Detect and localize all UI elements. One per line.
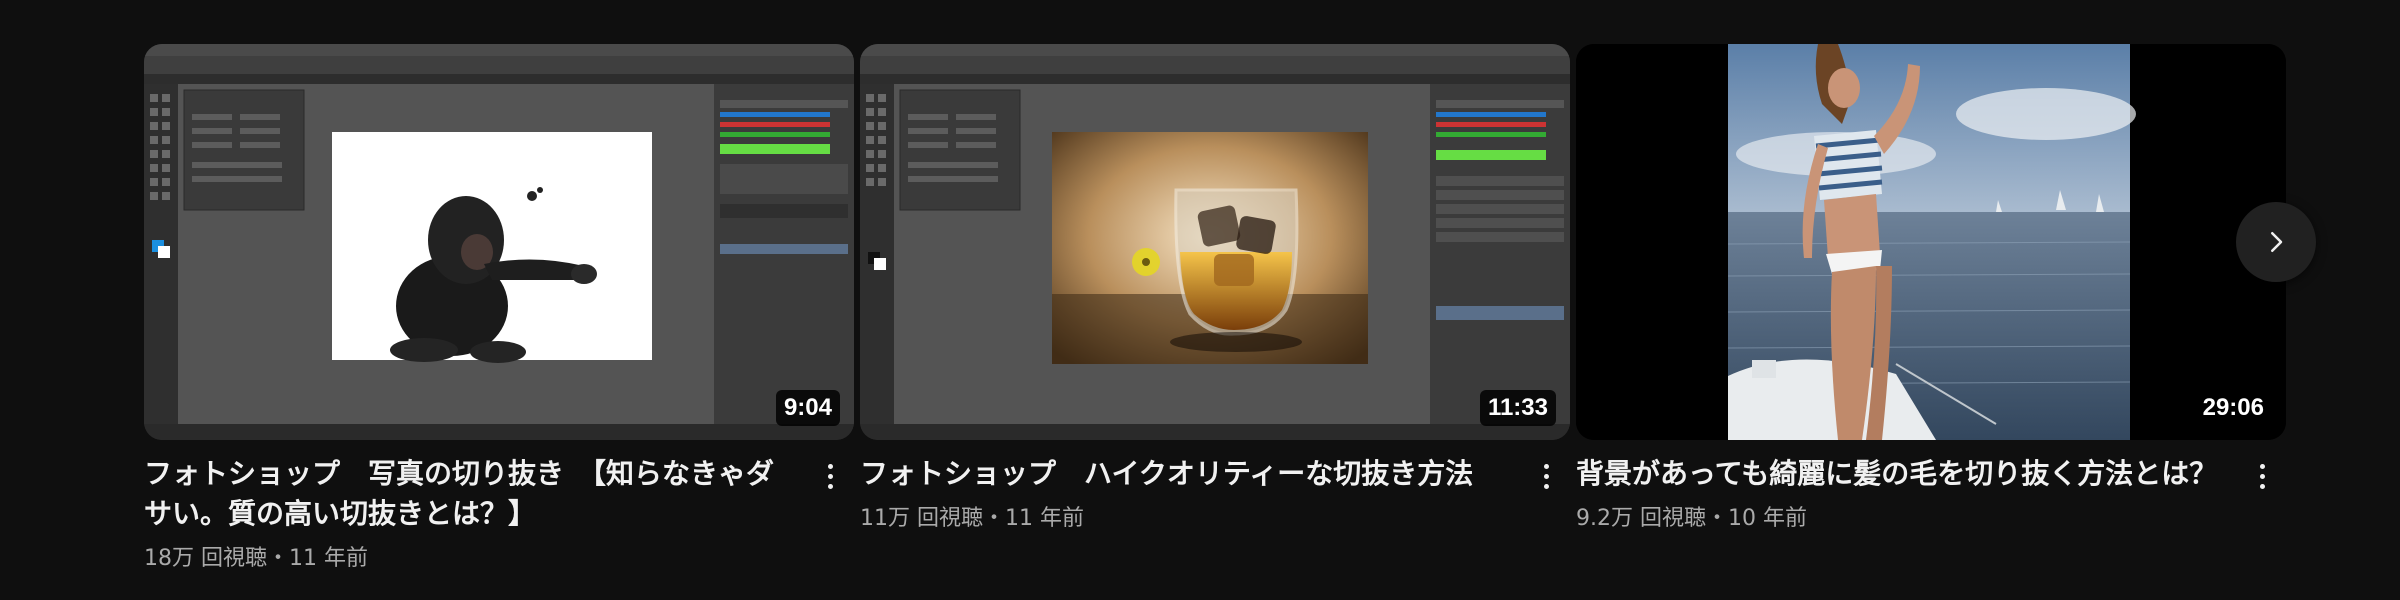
video-details: 背景があっても綺麗に髪の毛を切り抜く方法とは？ 9.2万 回視聴・10 年前 xyxy=(1576,454,2286,534)
vertical-ellipsis-icon xyxy=(827,463,833,469)
vertical-ellipsis-icon xyxy=(2259,463,2265,469)
chevron-right-icon xyxy=(2271,232,2283,252)
video-thumbnail[interactable]: 29:06 xyxy=(1576,44,2286,440)
more-actions-button[interactable] xyxy=(816,456,844,496)
video-thumbnail[interactable]: 9:04 xyxy=(144,44,854,440)
duration-badge: 11:33 xyxy=(1479,390,1556,426)
more-actions-button[interactable] xyxy=(1532,456,1560,496)
video-details: フォトショップ ハイクオリティーな切抜き方法 11万 回視聴・11 年前 xyxy=(860,454,1570,534)
video-thumbnail[interactable]: 11:33 xyxy=(860,44,1570,440)
woman-on-boat-image xyxy=(1576,44,2286,440)
video-stats: 18万 回視聴・11 年前 xyxy=(144,546,368,571)
video-title[interactable]: フォトショップ 写真の切り抜き 【知らなきゃダサい。質の高い切抜きとは？】 xyxy=(144,454,798,534)
vertical-ellipsis-icon xyxy=(827,483,833,489)
photoshop-screenshot-image xyxy=(860,44,1570,440)
more-actions-button[interactable] xyxy=(2248,456,2276,496)
video-card[interactable]: 9:04 フォトショップ 写真の切り抜き 【知らなきゃダサい。質の高い切抜きとは… xyxy=(144,44,854,574)
duration-badge: 9:04 xyxy=(775,390,840,426)
video-stats: 11万 回視聴・11 年前 xyxy=(860,506,1084,531)
video-shelf: 9:04 フォトショップ 写真の切り抜き 【知らなきゃダサい。質の高い切抜きとは… xyxy=(0,0,2400,600)
vertical-ellipsis-icon xyxy=(827,473,833,479)
vertical-ellipsis-icon xyxy=(1543,483,1549,489)
vertical-ellipsis-icon xyxy=(2259,483,2265,489)
video-title[interactable]: 背景があっても綺麗に髪の毛を切り抜く方法とは？ xyxy=(1576,454,2230,494)
vertical-ellipsis-icon xyxy=(2259,473,2265,479)
vertical-ellipsis-icon xyxy=(1543,463,1549,469)
duration-badge: 29:06 xyxy=(2194,390,2272,426)
video-title[interactable]: フォトショップ ハイクオリティーな切抜き方法 xyxy=(860,454,1514,494)
scroll-next-button[interactable] xyxy=(2236,202,2316,282)
video-card[interactable]: 11:33 フォトショップ ハイクオリティーな切抜き方法 11万 回視聴・11 … xyxy=(860,44,1570,534)
photoshop-screenshot-image xyxy=(144,44,854,440)
vertical-ellipsis-icon xyxy=(1543,473,1549,479)
video-details: フォトショップ 写真の切り抜き 【知らなきゃダサい。質の高い切抜きとは？】 18… xyxy=(144,454,854,574)
video-card[interactable]: 29:06 背景があっても綺麗に髪の毛を切り抜く方法とは？ 9.2万 回視聴・1… xyxy=(1576,44,2286,534)
video-stats: 9.2万 回視聴・10 年前 xyxy=(1576,506,1807,531)
